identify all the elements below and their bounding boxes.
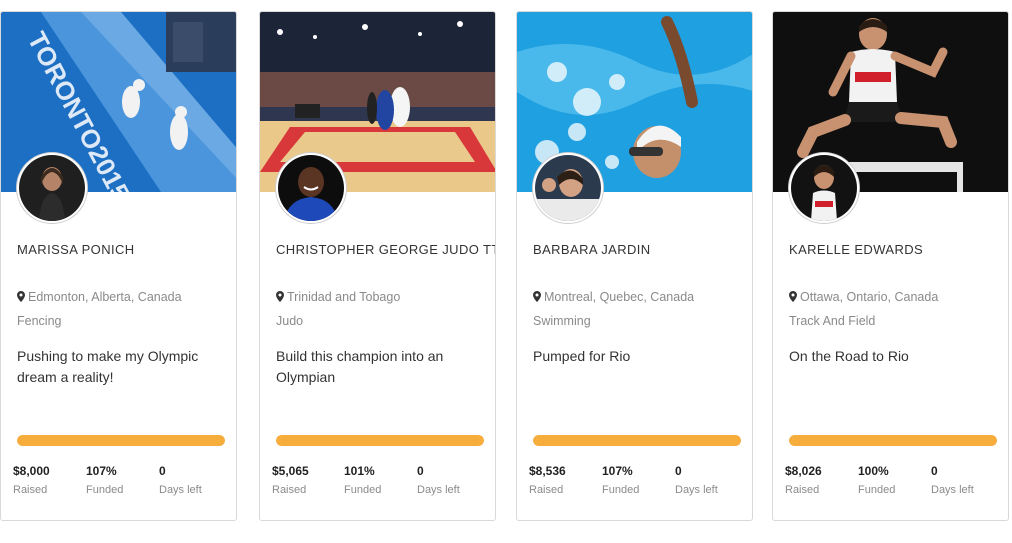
- progress-fill: [17, 435, 225, 446]
- stat-days-left: 0 Days left: [675, 464, 718, 496]
- location-text: Trinidad and Tobago: [287, 290, 401, 304]
- raised-label: Raised: [13, 484, 48, 496]
- progress-bar: [17, 435, 225, 446]
- athlete-card-2[interactable]: CHRISTOPHER GEORGE JUDO TT Trinidad and …: [259, 11, 496, 521]
- stat-days-left: 0 Days left: [159, 464, 202, 496]
- funded-value: 100%: [858, 464, 889, 478]
- days-value: 0: [159, 464, 166, 478]
- stat-raised: $5,065 Raised: [272, 464, 309, 496]
- location-text: Montreal, Quebec, Canada: [544, 290, 695, 304]
- stat-raised: $8,536 Raised: [529, 464, 566, 496]
- athlete-card-3[interactable]: BARBARA JARDIN Montreal, Quebec, Canada …: [516, 11, 753, 521]
- days-value: 0: [417, 464, 424, 478]
- location: Montreal, Quebec, Canada: [533, 290, 694, 304]
- avatar[interactable]: [533, 153, 603, 223]
- map-marker-icon: [276, 291, 284, 302]
- days-label: Days left: [931, 484, 974, 496]
- athlete-name[interactable]: BARBARA JARDIN: [533, 242, 651, 257]
- progress-fill: [276, 435, 484, 446]
- map-marker-icon: [789, 291, 797, 302]
- raised-label: Raised: [272, 484, 307, 496]
- avatar[interactable]: [789, 153, 859, 223]
- stat-days-left: 0 Days left: [417, 464, 460, 496]
- sport: Judo: [276, 314, 304, 328]
- stat-raised: $8,000 Raised: [13, 464, 50, 496]
- athlete-name[interactable]: CHRISTOPHER GEORGE JUDO TT: [276, 242, 495, 257]
- funded-label: Funded: [858, 484, 896, 496]
- location: Edmonton, Alberta, Canada: [17, 290, 182, 304]
- sport: Track And Field: [789, 314, 876, 328]
- days-label: Days left: [675, 484, 718, 496]
- progress-fill: [789, 435, 997, 446]
- funded-label: Funded: [602, 484, 640, 496]
- days-value: 0: [931, 464, 938, 478]
- tagline: On the Road to Rio: [789, 348, 909, 364]
- sport: Swimming: [533, 314, 591, 328]
- stat-raised: $8,026 Raised: [785, 464, 822, 496]
- stat-days-left: 0 Days left: [931, 464, 974, 496]
- raised-value: $8,026: [785, 464, 822, 478]
- stat-funded: 100% Funded: [858, 464, 895, 496]
- location-text: Edmonton, Alberta, Canada: [28, 290, 182, 304]
- avatar[interactable]: [17, 153, 87, 223]
- athlete-name[interactable]: KARELLE EDWARDS: [789, 242, 923, 257]
- progress-bar: [533, 435, 741, 446]
- stat-funded: 107% Funded: [86, 464, 123, 496]
- location-text: Ottawa, Ontario, Canada: [800, 290, 939, 304]
- progress-bar: [789, 435, 997, 446]
- days-value: 0: [675, 464, 682, 478]
- funded-label: Funded: [344, 484, 382, 496]
- map-marker-icon: [17, 291, 25, 302]
- stat-funded: 101% Funded: [344, 464, 381, 496]
- raised-value: $5,065: [272, 464, 309, 478]
- location: Ottawa, Ontario, Canada: [789, 290, 938, 304]
- athlete-card-4[interactable]: KARELLE EDWARDS Ottawa, Ontario, Canada …: [772, 11, 1009, 521]
- funded-label: Funded: [86, 484, 124, 496]
- funded-value: 107%: [86, 464, 117, 478]
- tagline: Build this champion into an Olympian: [276, 348, 444, 385]
- progress-bar: [276, 435, 484, 446]
- funded-value: 107%: [602, 464, 633, 478]
- raised-label: Raised: [785, 484, 820, 496]
- athlete-card-1[interactable]: TORONTO2015 MARISSA PONICH Edmonton, Alb…: [0, 11, 237, 521]
- raised-value: $8,536: [529, 464, 566, 478]
- sport: Fencing: [17, 314, 62, 328]
- location: Trinidad and Tobago: [276, 290, 400, 304]
- days-label: Days left: [159, 484, 202, 496]
- funded-value: 101%: [344, 464, 375, 478]
- days-label: Days left: [417, 484, 460, 496]
- athlete-name[interactable]: MARISSA PONICH: [17, 242, 135, 257]
- tagline: Pumped for Rio: [533, 348, 631, 364]
- map-marker-icon: [533, 291, 541, 302]
- raised-value: $8,000: [13, 464, 50, 478]
- stat-funded: 107% Funded: [602, 464, 639, 496]
- tagline: Pushing to make my Olympic dream a reali…: [17, 348, 199, 385]
- progress-fill: [533, 435, 741, 446]
- raised-label: Raised: [529, 484, 564, 496]
- avatar[interactable]: [276, 153, 346, 223]
